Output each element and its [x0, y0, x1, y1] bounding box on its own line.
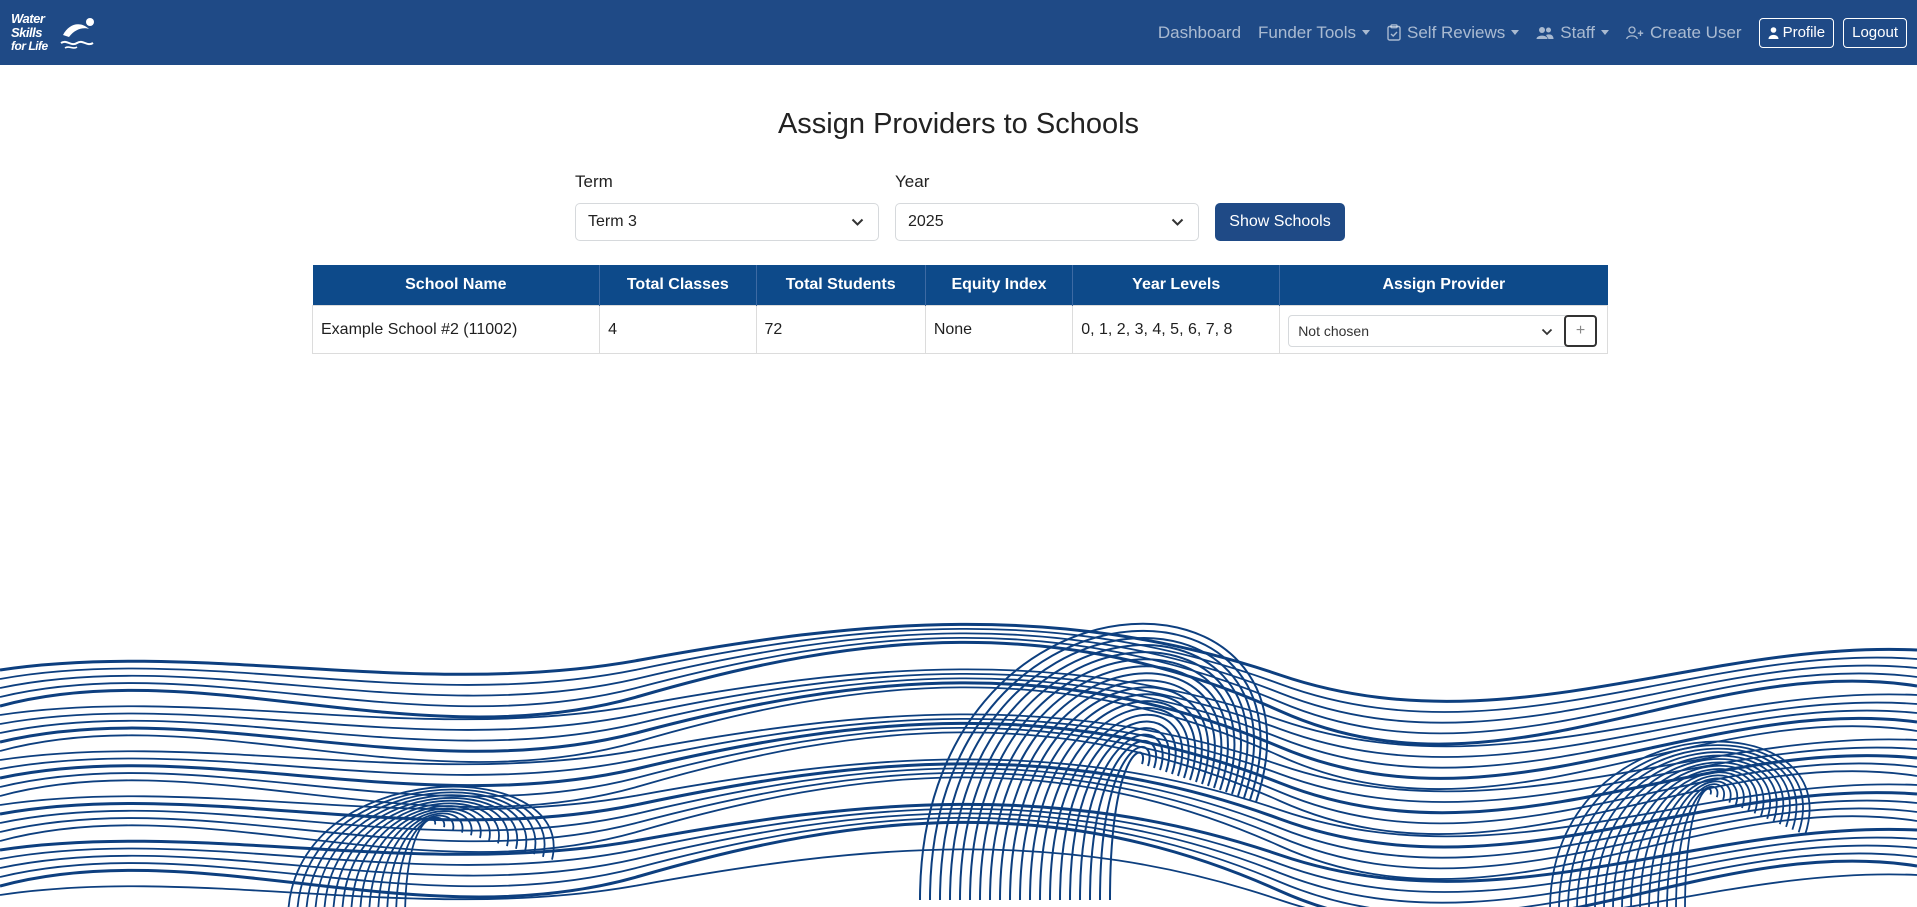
nav-funder-tools-label: Funder Tools: [1258, 22, 1357, 42]
schools-table: School Name Total Classes Total Students…: [311, 265, 1608, 354]
nav-create-user[interactable]: Create User: [1626, 23, 1742, 43]
logo-line-2: Skills: [11, 25, 42, 40]
nav-create-user-label: Create User: [1649, 22, 1742, 42]
table-row: Example School #2 (11002) 4 72 None 0, 1…: [311, 305, 1608, 354]
profile-button-label: Profile: [1782, 24, 1826, 41]
nav-menu: Dashboard Funder Tools Self Reviews Staf…: [1158, 0, 1917, 65]
water-skills-logo[interactable]: Water Skills for Life: [11, 11, 101, 53]
term-select-value: Term 3: [588, 213, 637, 230]
table-header-row: School Name Total Classes Total Students…: [312, 265, 1608, 306]
add-provider-button[interactable]: +: [1564, 315, 1597, 347]
column-header-year-levels: Year Levels: [1072, 265, 1281, 306]
wave-line: [1069, 727, 1171, 901]
logo-line-1: Water: [11, 11, 45, 26]
column-header-assign-provider: Assign Provider: [1279, 265, 1608, 306]
chevron-down-icon: [1171, 218, 1184, 226]
caret-down-icon: [1362, 30, 1371, 35]
wave-illustration: [0, 622, 1917, 907]
cell-assign-provider: Not chosen: [1279, 305, 1608, 354]
column-header-equity-index: Equity Index: [925, 265, 1074, 306]
caret-down-icon: [1600, 30, 1609, 35]
person-add-icon: [1626, 25, 1644, 39]
nav-self-reviews-label: Self Reviews: [1407, 22, 1506, 42]
year-select-value: 2025: [908, 213, 944, 230]
nav-dashboard[interactable]: Dashboard: [1158, 23, 1241, 43]
term-select[interactable]: Term 3: [575, 203, 879, 241]
cell-total-students: 72: [755, 305, 926, 354]
person-icon: [1768, 26, 1779, 39]
page-title: Assign Providers to Schools: [777, 108, 1140, 140]
clipboard-check-icon: [1387, 24, 1401, 41]
term-label: Term: [575, 172, 613, 191]
nav-dashboard-label: Dashboard: [1157, 22, 1242, 42]
caret-down-icon: [1511, 30, 1520, 35]
logo-line-3: for Life: [11, 39, 48, 53]
column-header-total-classes: Total Classes: [599, 265, 757, 306]
cell-year-levels: 0, 1, 2, 3, 4, 5, 6, 7, 8: [1072, 305, 1281, 354]
cell-total-classes: 4: [599, 305, 757, 354]
wave-line: [1639, 774, 1745, 907]
year-label: Year: [895, 172, 930, 191]
nav-staff[interactable]: Staff: [1536, 23, 1609, 43]
people-icon: [1536, 26, 1554, 39]
provider-select[interactable]: Not chosen: [1288, 315, 1567, 347]
nav-self-reviews[interactable]: Self Reviews: [1387, 22, 1520, 43]
logout-button-label: Logout: [1852, 24, 1898, 41]
nav-staff-label: Staff: [1560, 22, 1595, 42]
cell-school-name: Example School #2 (11002): [311, 305, 601, 354]
year-select[interactable]: 2025: [895, 203, 1199, 241]
column-header-school-name: School Name: [312, 265, 601, 306]
navbar: Water Skills for Life Dashboard Funder T…: [0, 0, 1917, 65]
column-header-total-students: Total Students: [756, 265, 926, 306]
provider-select-value: Not chosen: [1298, 323, 1370, 339]
logout-button[interactable]: Logout: [1843, 17, 1907, 48]
cell-equity-index: None: [924, 305, 1074, 354]
chevron-down-icon: [851, 218, 864, 226]
swimmer-icon: [60, 18, 94, 49]
profile-button[interactable]: Profile: [1758, 17, 1835, 48]
chevron-down-icon: [1542, 328, 1553, 336]
nav-funder-tools[interactable]: Funder Tools: [1258, 22, 1371, 43]
show-schools-button[interactable]: Show Schools: [1215, 203, 1345, 241]
